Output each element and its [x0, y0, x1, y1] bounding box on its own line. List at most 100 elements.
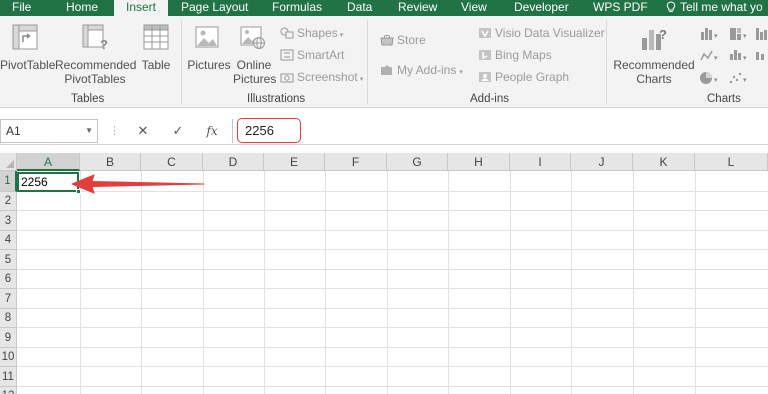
pie-chart-icon[interactable]: ▾: [700, 72, 718, 84]
screenshot-icon: [280, 73, 294, 83]
table-icon: [143, 24, 169, 50]
tell-me-search[interactable]: Tell me what yo: [666, 0, 763, 16]
recommended-charts-label-1: Recommended: [613, 58, 695, 72]
statistic-chart-icon[interactable]: ▾: [730, 50, 747, 62]
smartart-icon: [280, 49, 294, 61]
tab-view[interactable]: View: [461, 0, 487, 16]
column-chart-icon[interactable]: ▾: [701, 28, 718, 40]
row-header-10[interactable]: 10: [0, 348, 17, 367]
gridline: [17, 327, 768, 328]
svg-text:?: ?: [100, 37, 108, 50]
gridline: [141, 171, 142, 394]
pictures-button[interactable]: Pictures: [186, 58, 232, 72]
gridline: [17, 210, 768, 211]
gridline: [448, 171, 449, 394]
gridline: [695, 171, 696, 394]
combo-chart-icon[interactable]: [756, 52, 764, 60]
gridline: [571, 171, 572, 394]
tab-formulas[interactable]: Formulas: [272, 0, 322, 16]
tab-data[interactable]: Data: [347, 0, 372, 16]
column-header-j[interactable]: J: [571, 153, 633, 171]
row-header-7[interactable]: 7: [0, 289, 17, 309]
table-button[interactable]: Table: [138, 58, 174, 72]
bing-maps-button[interactable]: Bing Maps: [478, 48, 552, 62]
tab-page-layout[interactable]: Page Layout: [181, 0, 248, 16]
group-label-addins: Add-ins: [470, 93, 509, 105]
pictures-icon: [195, 26, 219, 48]
gridline: [510, 171, 511, 394]
svg-text:▾: ▾: [743, 33, 747, 40]
bar-chart-icon[interactable]: [756, 28, 767, 40]
insert-function-button[interactable]: fx: [201, 121, 223, 141]
row-header-11[interactable]: 11: [0, 367, 17, 387]
recommended-pivottables-label-1: Recommended: [55, 58, 137, 72]
hierarchy-chart-icon[interactable]: ▾: [730, 28, 747, 40]
column-header-a[interactable]: A: [17, 153, 80, 171]
svg-text:▾: ▾: [743, 77, 747, 84]
column-header-i[interactable]: I: [510, 153, 571, 171]
chevron-down-icon: ▾: [339, 32, 344, 39]
formula-bar-grip[interactable]: ⋮: [109, 124, 120, 137]
enter-button[interactable]: ✓: [167, 121, 189, 141]
gridline: [17, 269, 768, 270]
row-header-6[interactable]: 6: [0, 270, 17, 289]
screenshot-button[interactable]: Screenshot ▾: [280, 70, 363, 87]
ribbon-tab-bar: File Home Insert Page Layout Formulas Da…: [0, 0, 768, 16]
pivottable-button[interactable]: PivotTable: [0, 58, 55, 72]
column-header-d[interactable]: D: [203, 153, 264, 171]
my-addins-button[interactable]: My Add-ins ▾: [380, 63, 463, 80]
online-pictures-button[interactable]: Online Pictures: [233, 58, 276, 86]
gridline: [17, 230, 768, 231]
tab-wps-pdf[interactable]: WPS PDF: [593, 0, 648, 16]
group-divider: [181, 20, 182, 104]
tab-insert[interactable]: Insert: [114, 0, 168, 16]
people-graph-icon: [479, 72, 491, 82]
recommended-pivottables-button[interactable]: Recommended PivotTables: [55, 58, 137, 86]
scatter-chart-icon[interactable]: ▾: [729, 72, 747, 84]
chevron-down-icon: ▾: [359, 76, 364, 83]
tab-review[interactable]: Review: [398, 0, 437, 16]
tab-file[interactable]: File: [12, 0, 31, 16]
people-graph-button[interactable]: People Graph: [478, 70, 569, 84]
tab-developer[interactable]: Developer: [514, 0, 569, 16]
column-header-b[interactable]: B: [80, 153, 141, 171]
store-button[interactable]: Store: [380, 33, 426, 47]
svg-text:▾: ▾: [714, 55, 718, 62]
gridline: [17, 288, 768, 289]
row-header-3[interactable]: 3: [0, 211, 17, 231]
column-header-k[interactable]: K: [633, 153, 695, 171]
recommended-pivottables-label-2: PivotTables: [64, 72, 126, 86]
select-all-button[interactable]: [0, 153, 17, 171]
row-header-12[interactable]: 12: [0, 387, 17, 394]
cell-a1-value: 2256: [21, 175, 48, 189]
column-header-l[interactable]: L: [695, 153, 768, 171]
row-header-2[interactable]: 2: [0, 192, 17, 211]
cancel-entry-button[interactable]: ✕: [132, 121, 154, 141]
row-header-5[interactable]: 5: [0, 250, 17, 270]
my-addins-label: My Add-ins: [397, 63, 457, 77]
row-header-4[interactable]: 4: [0, 231, 17, 250]
column-header-e[interactable]: E: [264, 153, 325, 171]
row-header-1[interactable]: 1: [0, 171, 17, 192]
recommended-charts-button[interactable]: Recommended Charts: [612, 58, 696, 86]
svg-text:?: ?: [659, 27, 667, 42]
tell-me-label: Tell me what yo: [680, 0, 763, 14]
shapes-label: Shapes: [297, 26, 338, 40]
row-header-8[interactable]: 8: [0, 309, 17, 328]
smartart-button[interactable]: SmartArt: [280, 48, 344, 62]
column-header-c[interactable]: C: [141, 153, 203, 171]
column-header-g[interactable]: G: [387, 153, 448, 171]
tab-home[interactable]: Home: [66, 0, 98, 16]
row-header-9[interactable]: 9: [0, 328, 17, 348]
visio-visualizer-button[interactable]: Visio Data Visualizer: [478, 26, 605, 40]
line-chart-icon[interactable]: ▾: [700, 50, 718, 62]
name-box[interactable]: A1 ▼: [0, 119, 98, 143]
column-header-h[interactable]: H: [448, 153, 510, 171]
formula-input[interactable]: 2256: [232, 119, 768, 143]
lightbulb-icon: [666, 1, 676, 12]
shapes-button[interactable]: Shapes ▾: [280, 26, 343, 43]
gridline: [264, 171, 265, 394]
column-header-f[interactable]: F: [325, 153, 387, 171]
chevron-down-icon[interactable]: ▼: [85, 120, 93, 142]
pivottable-icon: [12, 24, 38, 50]
